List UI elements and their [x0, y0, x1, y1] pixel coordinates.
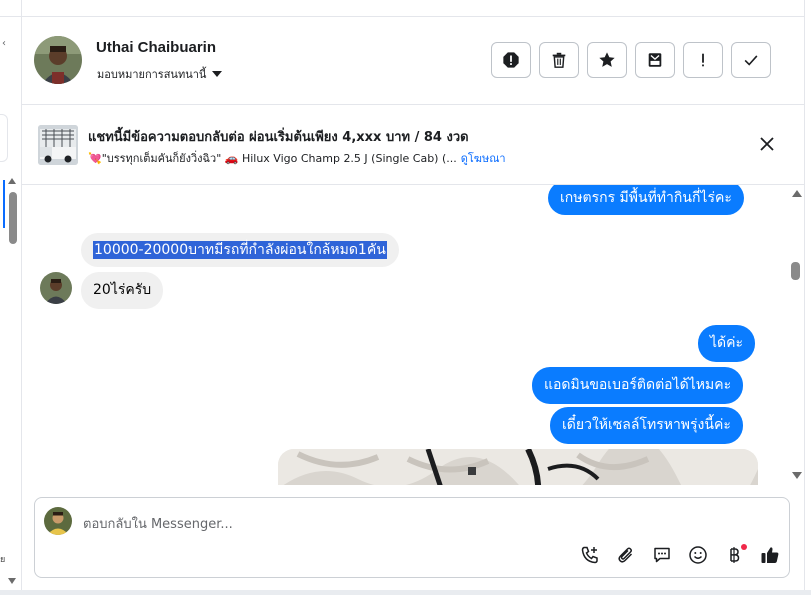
- scrollbar-up-arrow[interactable]: [792, 190, 802, 197]
- close-icon: [760, 137, 774, 151]
- payment-button[interactable]: [723, 544, 747, 566]
- selected-indicator: [3, 180, 5, 228]
- emoji-icon: [689, 546, 707, 564]
- message-incoming[interactable]: 20ไร่ครับ: [81, 272, 164, 309]
- image-attachment[interactable]: [278, 449, 758, 485]
- assign-label: มอบหมายการสนทนานี้: [97, 68, 207, 81]
- messenger-inbox: ‹ ย Uthai Chaibuarin มอบหมายการสนทนานี้ …: [0, 0, 811, 595]
- star-icon: [599, 52, 615, 67]
- list-card-edge[interactable]: [0, 114, 8, 162]
- contact-name[interactable]: Uthai Chaibuarin: [96, 39, 216, 56]
- assign-conversation-dropdown[interactable]: มอบหมายการสนทนานี้: [97, 65, 223, 83]
- notification-dot: [741, 544, 747, 550]
- message-outgoing[interactable]: ได้ค่ะ: [698, 325, 756, 362]
- caret-down-icon: [212, 71, 223, 77]
- star-button[interactable]: [587, 42, 627, 78]
- saved-replies-button[interactable]: [651, 544, 673, 566]
- reply-input[interactable]: ตอบกลับใน Messenger...: [83, 513, 233, 534]
- ad-title: แชทนี้มีข้อความตอบกลับต่อ ผ่อนเริ่มต้นเพ…: [88, 130, 469, 145]
- follow-up-icon: [702, 53, 704, 67]
- attach-file-button[interactable]: [615, 544, 637, 566]
- checkmark-icon: [744, 55, 758, 66]
- scrollbar-up-arrow[interactable]: [8, 178, 16, 184]
- scrollbar-down-arrow[interactable]: [8, 578, 16, 584]
- message-outgoing[interactable]: แอดมินขอเบอร์ติดต่อได้ไหมคะ: [532, 367, 744, 404]
- follow-up-button[interactable]: [683, 42, 723, 78]
- close-banner-button[interactable]: [756, 133, 778, 155]
- thumbs-up-icon: [761, 547, 779, 563]
- mark-spam-button[interactable]: [491, 42, 531, 78]
- archive-icon: [648, 53, 662, 67]
- ad-subtitle: 💘"บรรทุกเต็มคันก็ยังวิ่งฉิว" 🚗 Hilux Vig…: [88, 152, 457, 165]
- delete-button[interactable]: [539, 42, 579, 78]
- selected-text: 10000-20000บาทมีรถที่กำลังผ่อนใกล้หมด1คั…: [93, 241, 387, 259]
- ad-thumbnail[interactable]: [38, 125, 78, 165]
- message-incoming[interactable]: 10000-20000บาทมีรถที่กำลังผ่อนใกล้หมด1คั…: [81, 233, 399, 267]
- saved-reply-icon: [654, 547, 670, 563]
- scrollbar-thumb[interactable]: [9, 192, 17, 244]
- mark-done-button[interactable]: [731, 42, 771, 78]
- spam-report-icon: [503, 52, 519, 68]
- window-edge: [804, 0, 811, 595]
- conversation-pane: Uthai Chaibuarin มอบหมายการสนทนานี้ แชทน…: [22, 0, 804, 595]
- window-edge: [0, 590, 811, 595]
- conversation-header: Uthai Chaibuarin มอบหมายการสนทนานี้: [22, 17, 804, 105]
- avatar[interactable]: [40, 272, 72, 304]
- trash-icon: [552, 52, 566, 68]
- list-text-fragment: ย: [0, 555, 6, 565]
- chevron-left-icon[interactable]: ‹: [2, 38, 6, 49]
- message-outgoing[interactable]: เกษตรกร มีพื้นที่ทำกินกี่ไร่คะ: [548, 185, 744, 215]
- header-actions: [491, 42, 771, 78]
- ad-subtitle-row: 💘"บรรทุกเต็มคันก็ยังวิ่งฉิว" 🚗 Hilux Vig…: [88, 149, 506, 167]
- call-plus-icon: [581, 546, 598, 564]
- conversation-list-pane: ‹ ย: [0, 0, 22, 595]
- reply-composer[interactable]: ตอบกลับใน Messenger...: [34, 497, 790, 578]
- send-like-button[interactable]: [759, 544, 781, 566]
- divider: [0, 16, 22, 17]
- attachment-icon: [618, 547, 633, 563]
- page-avatar: [44, 507, 72, 535]
- composer-toolbar: [579, 544, 781, 566]
- view-ad-link[interactable]: ดูโฆษณา: [461, 149, 506, 167]
- call-button[interactable]: [579, 544, 601, 566]
- message-outgoing[interactable]: เดี๋ยวให้เซลล์โทรหาพรุ่งนี้ค่ะ: [550, 407, 743, 444]
- scrollbar-down-arrow[interactable]: [792, 472, 802, 479]
- move-to-done-archive-button[interactable]: [635, 42, 675, 78]
- message-thread: เกษตรกร มีพื้นที่ทำกินกี่ไร่คะ 10000-200…: [22, 185, 804, 485]
- emoji-button[interactable]: [687, 544, 709, 566]
- avatar[interactable]: [34, 36, 82, 84]
- ad-referral-banner: แชทนี้มีข้อความตอบกลับต่อ ผ่อนเริ่มต้นเพ…: [22, 106, 804, 185]
- scrollbar-thumb[interactable]: [791, 262, 800, 280]
